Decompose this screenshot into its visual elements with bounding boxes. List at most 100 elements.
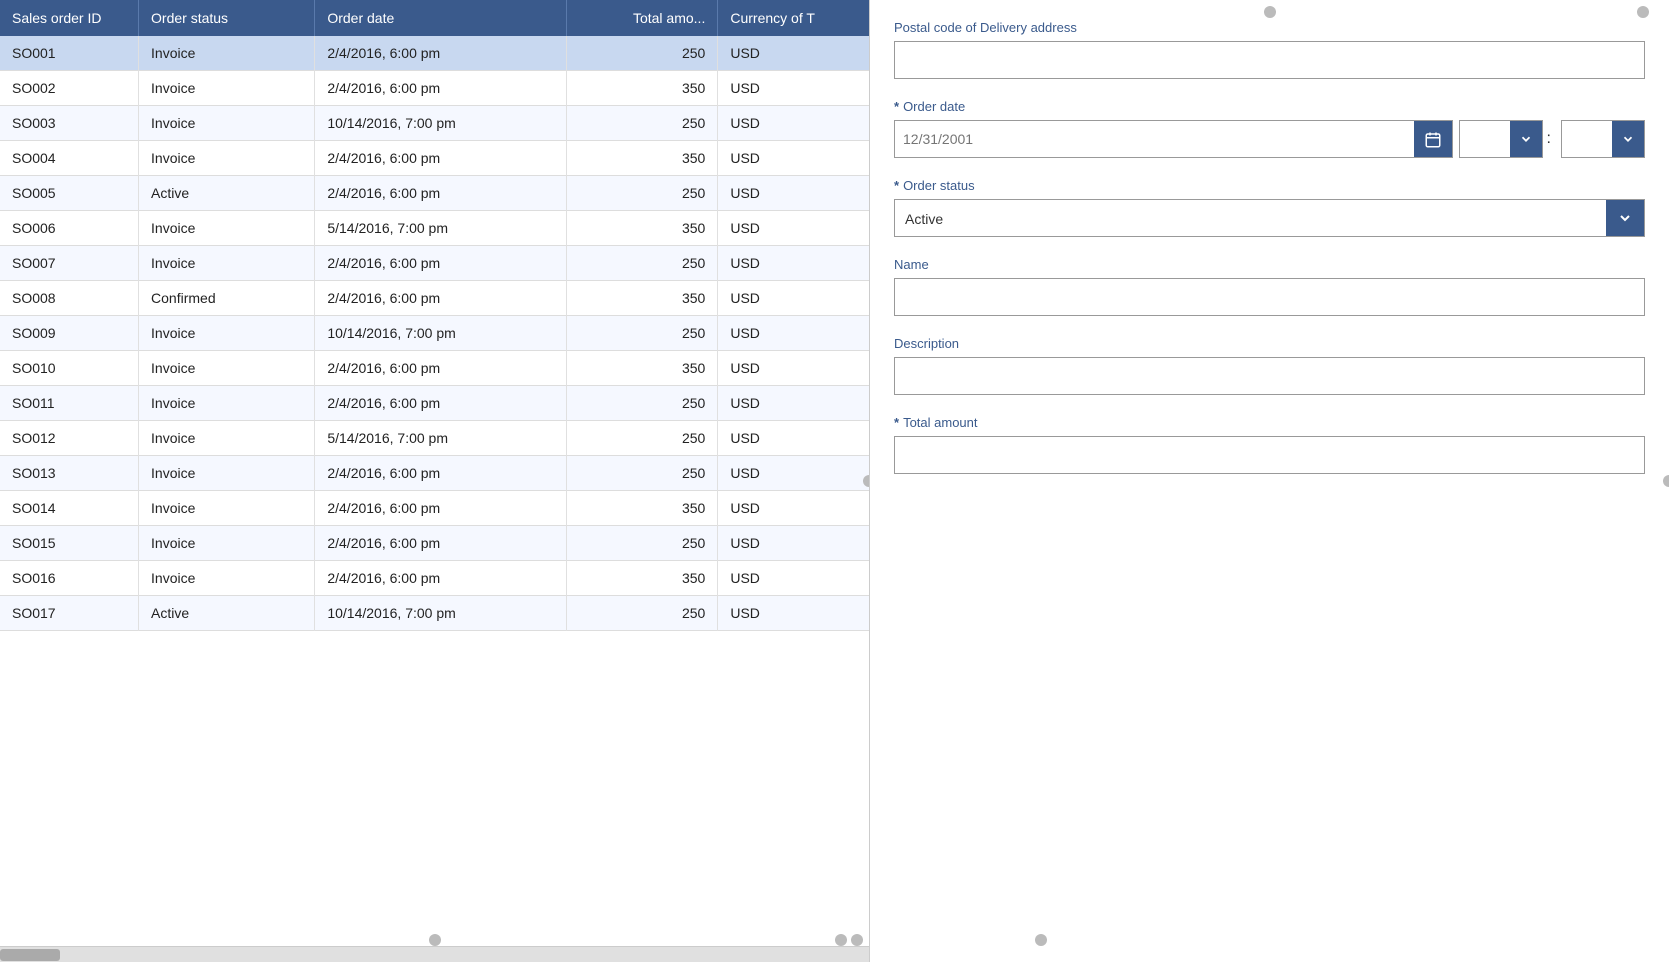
table-row[interactable]: SO003Invoice10/14/2016, 7:00 pm250USD: [0, 106, 869, 141]
cell-status: Invoice: [139, 106, 315, 141]
cell-amount: 350: [567, 141, 718, 176]
resize-handle-top-right[interactable]: [1637, 6, 1649, 18]
order-date-label: * Order date: [894, 99, 1645, 114]
table-row[interactable]: SO008Confirmed2/4/2016, 6:00 pm350USD: [0, 281, 869, 316]
cell-date: 5/14/2016, 7:00 pm: [315, 211, 567, 246]
cell-status: Active: [139, 596, 315, 631]
col-header-amount[interactable]: Total amo...: [567, 0, 718, 36]
resize-handle-bottom-right2[interactable]: [1035, 934, 1047, 946]
table-row[interactable]: SO005Active2/4/2016, 6:00 pm250USD: [0, 176, 869, 211]
cell-amount: 250: [567, 386, 718, 421]
time-separator: :: [1543, 120, 1555, 158]
table-panel: Sales order ID Order status Order date T…: [0, 0, 870, 962]
cell-amount: 350: [567, 351, 718, 386]
cell-currency: USD: [718, 246, 869, 281]
calendar-button[interactable]: [1414, 121, 1452, 158]
table-row[interactable]: SO015Invoice2/4/2016, 6:00 pm250USD: [0, 526, 869, 561]
cell-date: 2/4/2016, 6:00 pm: [315, 281, 567, 316]
col-header-currency[interactable]: Currency of T: [718, 0, 869, 36]
cell-currency: USD: [718, 141, 869, 176]
postal-code-input[interactable]: [894, 41, 1645, 79]
cell-currency: USD: [718, 281, 869, 316]
cell-status: Invoice: [139, 316, 315, 351]
order-status-dropdown-button[interactable]: [1606, 200, 1644, 236]
cell-currency: USD: [718, 176, 869, 211]
col-header-date[interactable]: Order date: [315, 0, 567, 36]
cell-id: SO014: [0, 491, 139, 526]
minute-dropdown-button[interactable]: [1612, 121, 1644, 157]
table-row[interactable]: SO002Invoice2/4/2016, 6:00 pm350USD: [0, 71, 869, 106]
description-input[interactable]: [894, 357, 1645, 395]
cell-status: Invoice: [139, 561, 315, 596]
resize-handle-top-center[interactable]: [1264, 6, 1276, 18]
cell-date: 2/4/2016, 6:00 pm: [315, 246, 567, 281]
total-amount-field: * Total amount: [894, 415, 1645, 474]
table-row[interactable]: SO001Invoice2/4/2016, 6:00 pm250USD: [0, 36, 869, 71]
cell-date: 2/4/2016, 6:00 pm: [315, 36, 567, 71]
cell-currency: USD: [718, 456, 869, 491]
minute-input[interactable]: 00: [1562, 121, 1612, 157]
cell-id: SO001: [0, 36, 139, 71]
table-row[interactable]: SO017Active10/14/2016, 7:00 pm250USD: [0, 596, 869, 631]
hour-input-wrapper: 00: [1459, 120, 1543, 158]
cell-id: SO005: [0, 176, 139, 211]
cell-date: 2/4/2016, 6:00 pm: [315, 141, 567, 176]
resize-handle-right-middle[interactable]: [1663, 475, 1669, 487]
table-row[interactable]: SO004Invoice2/4/2016, 6:00 pm350USD: [0, 141, 869, 176]
table-row[interactable]: SO011Invoice2/4/2016, 6:00 pm250USD: [0, 386, 869, 421]
cell-amount: 250: [567, 36, 718, 71]
table-row[interactable]: SO013Invoice2/4/2016, 6:00 pm250USD: [0, 456, 869, 491]
col-header-status[interactable]: Order status: [139, 0, 315, 36]
cell-status: Invoice: [139, 421, 315, 456]
cell-amount: 250: [567, 176, 718, 211]
total-amount-input[interactable]: [894, 436, 1645, 474]
cell-date: 2/4/2016, 6:00 pm: [315, 456, 567, 491]
resize-handle-bottom-right[interactable]: [851, 934, 863, 946]
cell-currency: USD: [718, 526, 869, 561]
cell-date: 2/4/2016, 6:00 pm: [315, 71, 567, 106]
cell-date: 10/14/2016, 7:00 pm: [315, 316, 567, 351]
table-scrollbar-thumb[interactable]: [0, 949, 60, 961]
cell-amount: 250: [567, 106, 718, 141]
hour-input[interactable]: 00: [1460, 121, 1510, 157]
table-row[interactable]: SO012Invoice5/14/2016, 7:00 pm250USD: [0, 421, 869, 456]
table-row[interactable]: SO014Invoice2/4/2016, 6:00 pm350USD: [0, 491, 869, 526]
cell-date: 10/14/2016, 7:00 pm: [315, 596, 567, 631]
cell-id: SO006: [0, 211, 139, 246]
description-label: Description: [894, 336, 1645, 351]
cell-status: Invoice: [139, 211, 315, 246]
cell-id: SO011: [0, 386, 139, 421]
description-field: Description: [894, 336, 1645, 395]
name-label: Name: [894, 257, 1645, 272]
col-header-id[interactable]: Sales order ID: [0, 0, 139, 36]
hour-dropdown-button[interactable]: [1510, 121, 1542, 157]
table-row[interactable]: SO009Invoice10/14/2016, 7:00 pm250USD: [0, 316, 869, 351]
order-status-label: * Order status: [894, 178, 1645, 193]
cell-status: Invoice: [139, 526, 315, 561]
table-row[interactable]: SO010Invoice2/4/2016, 6:00 pm350USD: [0, 351, 869, 386]
cell-date: 2/4/2016, 6:00 pm: [315, 526, 567, 561]
table-row[interactable]: SO007Invoice2/4/2016, 6:00 pm250USD: [0, 246, 869, 281]
order-status-field: * Order status Active: [894, 178, 1645, 237]
cell-id: SO016: [0, 561, 139, 596]
table-row[interactable]: SO016Invoice2/4/2016, 6:00 pm350USD: [0, 561, 869, 596]
cell-id: SO004: [0, 141, 139, 176]
table-row[interactable]: SO006Invoice5/14/2016, 7:00 pm350USD: [0, 211, 869, 246]
cell-id: SO013: [0, 456, 139, 491]
table-horizontal-scrollbar[interactable]: [0, 946, 869, 962]
name-field: Name: [894, 257, 1645, 316]
cell-currency: USD: [718, 211, 869, 246]
cell-id: SO003: [0, 106, 139, 141]
cell-amount: 250: [567, 596, 718, 631]
resize-handle-bottom-center[interactable]: [429, 934, 441, 946]
resize-handle-middle-right[interactable]: [863, 475, 870, 487]
cell-date: 10/14/2016, 7:00 pm: [315, 106, 567, 141]
cell-date: 2/4/2016, 6:00 pm: [315, 351, 567, 386]
name-input[interactable]: [894, 278, 1645, 316]
cell-amount: 350: [567, 561, 718, 596]
cell-status: Confirmed: [139, 281, 315, 316]
cell-id: SO015: [0, 526, 139, 561]
date-text-input[interactable]: [895, 121, 1414, 157]
cell-currency: USD: [718, 386, 869, 421]
table-wrapper[interactable]: Sales order ID Order status Order date T…: [0, 0, 869, 946]
